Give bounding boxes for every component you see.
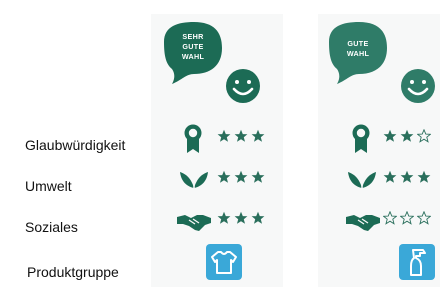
umwelt-stars-label-1: [217, 170, 265, 186]
rosette-icon: [183, 124, 203, 154]
seal-line-2: GUTE: [182, 42, 203, 51]
soziales-stars-label-1: [217, 211, 265, 227]
smiley-icon: [401, 69, 435, 103]
star-filled-icon: [417, 170, 431, 183]
star-filled-icon: [217, 211, 231, 224]
glaubwuerdigkeit-stars-label-1: [217, 129, 265, 145]
smiley-icon: [226, 69, 260, 103]
seal-line-1: GUTE: [347, 39, 368, 48]
star-filled-icon: [217, 129, 231, 142]
star-filled-icon: [251, 170, 265, 183]
handshake-icon: [177, 211, 211, 233]
star-filled-icon: [251, 129, 265, 142]
star-empty-icon: [400, 211, 414, 225]
seal-line-1: SEHR: [182, 32, 204, 41]
star-empty-icon: [417, 211, 431, 225]
star-filled-icon: [217, 170, 231, 183]
seal-line-2: WAHL: [347, 49, 370, 58]
rating-comparison: Glaubwürdigkeit Umwelt Soziales Produktg…: [0, 0, 440, 287]
star-filled-icon: [400, 170, 414, 183]
row-label-glaubwuerdigkeit: Glaubwürdigkeit: [25, 137, 126, 153]
star-filled-icon: [234, 170, 248, 183]
umwelt-stars-label-2: [383, 170, 431, 186]
star-empty-icon: [383, 211, 397, 225]
rating-seal-sehr-gute-wahl: SEHR GUTE WAHL: [156, 22, 266, 110]
rating-seal-gute-wahl: GUTE WAHL: [321, 22, 440, 110]
tshirt-icon: [206, 244, 242, 280]
star-filled-icon: [251, 211, 265, 224]
row-label-soziales: Soziales: [25, 219, 78, 235]
rosette-icon: [351, 124, 371, 154]
soziales-stars-label-2: [383, 211, 431, 227]
seal-line-3: WAHL: [182, 52, 205, 61]
handshake-icon: [346, 211, 380, 233]
row-label-umwelt: Umwelt: [25, 178, 72, 194]
star-filled-icon: [383, 170, 397, 183]
spray-bottle-icon: [399, 244, 435, 280]
star-filled-icon: [234, 129, 248, 142]
star-filled-icon: [400, 129, 414, 142]
row-label-produktgruppe: Produktgruppe: [27, 264, 119, 280]
star-filled-icon: [234, 211, 248, 224]
leaves-icon: [347, 168, 377, 190]
leaves-icon: [179, 168, 209, 190]
star-empty-icon: [417, 129, 431, 143]
glaubwuerdigkeit-stars-label-2: [383, 129, 431, 145]
star-filled-icon: [383, 129, 397, 142]
